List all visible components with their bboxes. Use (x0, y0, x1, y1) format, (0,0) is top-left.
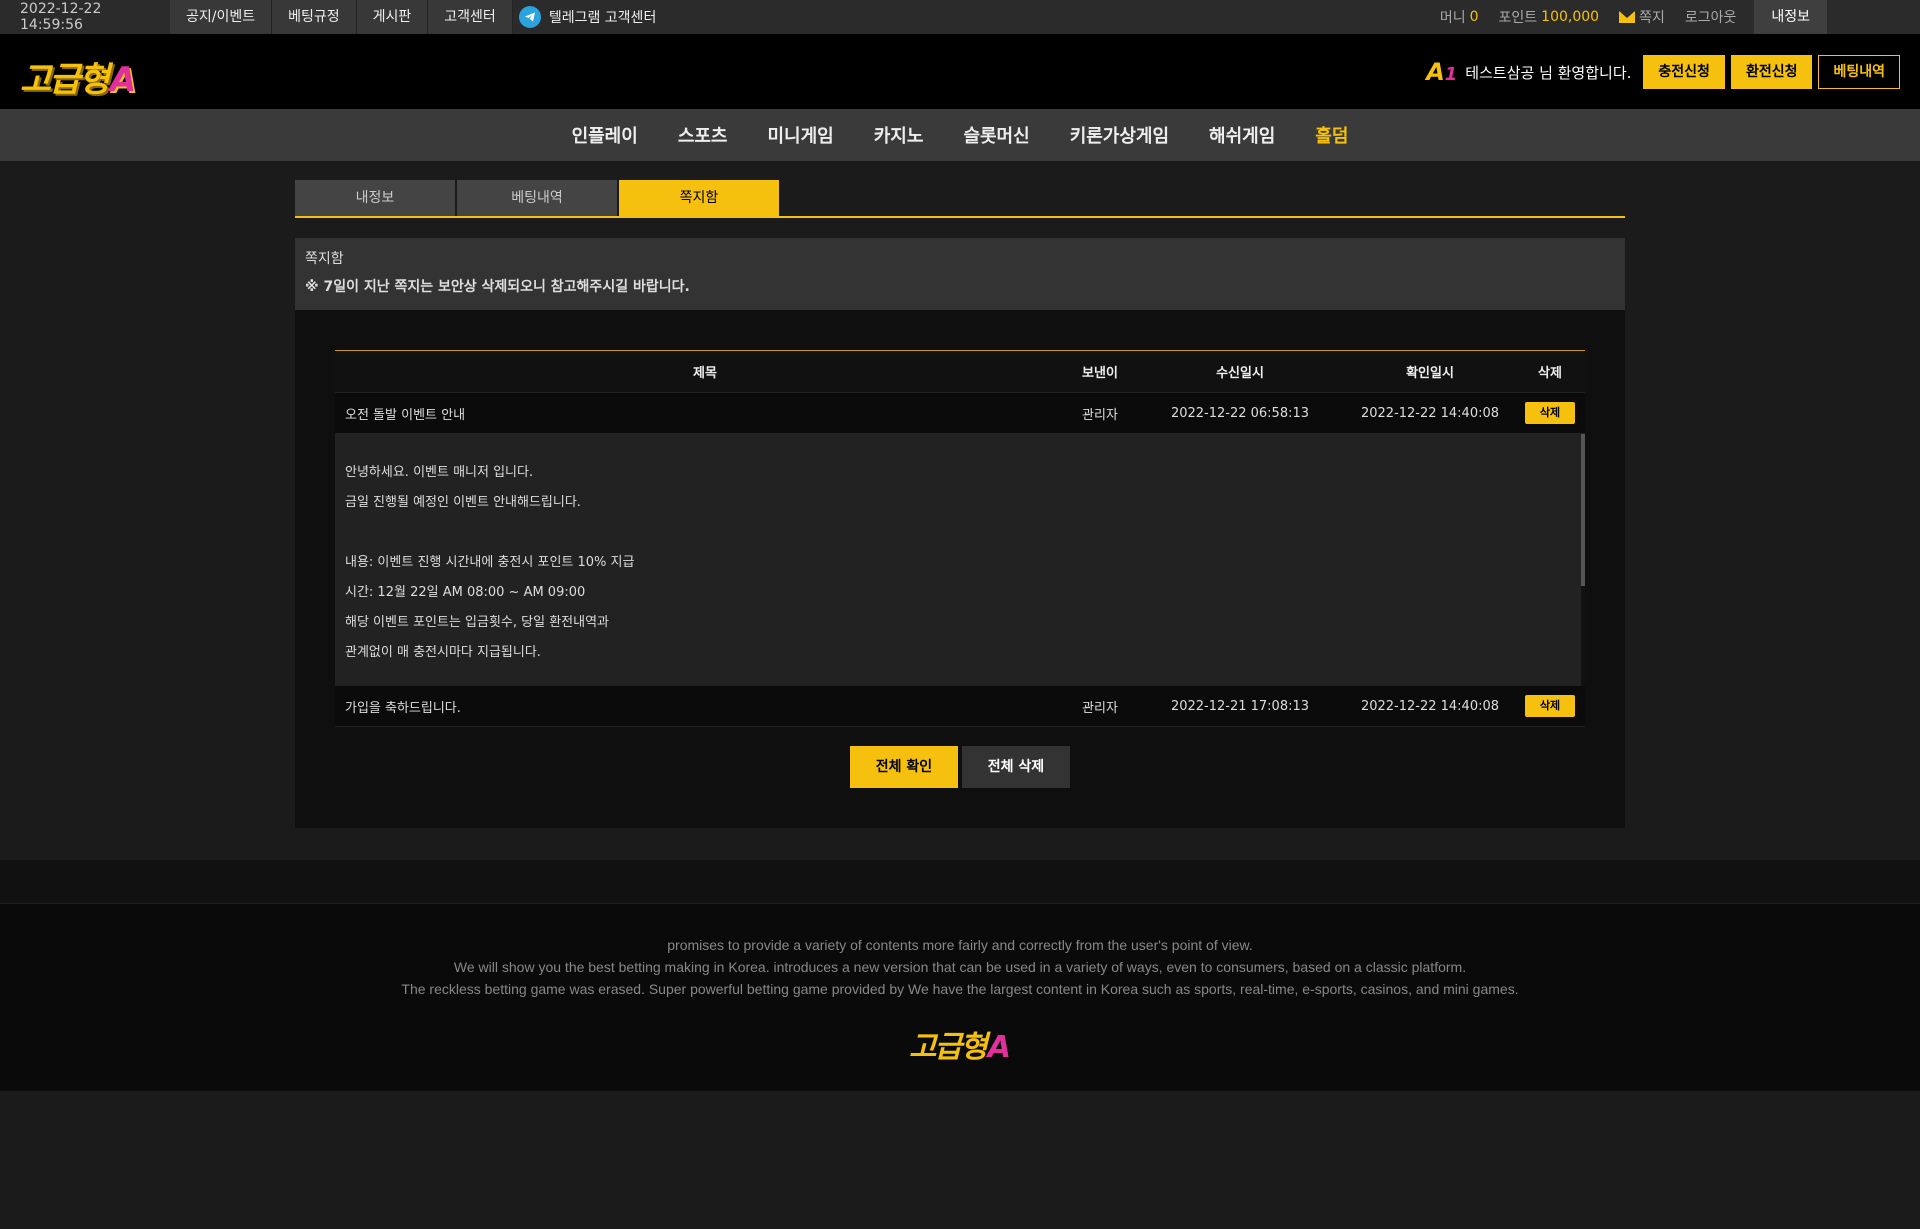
note-label: 쪽지 (1639, 10, 1665, 26)
delete-button[interactable]: 삭제 (1525, 695, 1575, 717)
delete-button[interactable]: 삭제 (1525, 402, 1575, 424)
logo-accent: A (109, 60, 137, 100)
panel-title: 쪽지함 (305, 251, 344, 267)
tab-betting-history[interactable]: 베팅내역 (457, 180, 617, 216)
row-delete-cell: 삭제 (1515, 695, 1585, 717)
message-body: 안녕하세요. 이벤트 매니저 입니다. 금일 진행될 예정인 이벤트 안내해드립… (335, 434, 1585, 686)
table-header: 제목 보낸이 수신일시 확인일시 삭제 (335, 351, 1585, 393)
top-utility-bar: 2022-12-22 14:59:56 공지/이벤트 베팅규정 게시판 고객센터… (0, 0, 1920, 34)
nav-slot[interactable]: 슬롯머신 (963, 122, 1029, 148)
message-line (345, 518, 1575, 548)
message-scrollbar[interactable] (1581, 434, 1585, 686)
row-title[interactable]: 오전 돌발 이벤트 안내 (335, 404, 1065, 423)
note-link[interactable]: 쪽지 (1609, 7, 1675, 27)
footer-line: promises to provide a variety of content… (667, 937, 1253, 953)
message-line: 시간: 12월 22일 AM 08:00 ~ AM 09:00 (345, 585, 586, 600)
site-header: 고급형 A A1 테스트삼공 님 환영합니다. 충전신청 환전신청 베팅내역 (0, 34, 1920, 109)
nav-minigame[interactable]: 미니게임 (768, 122, 834, 148)
current-datetime: 2022-12-22 14:59:56 (20, 1, 102, 33)
header-title: 제목 (693, 366, 717, 381)
point-label: 포인트 (1498, 10, 1538, 26)
row-sender: 관리자 (1082, 700, 1118, 716)
message-line: 안녕하세요. 이벤트 매니저 입니다. (345, 465, 534, 480)
row-title[interactable]: 가입을 축하드립니다. (335, 697, 1065, 716)
deposit-request-button[interactable]: 충전신청 (1643, 55, 1725, 89)
point-display: 포인트 100,000 (1489, 7, 1610, 27)
myinfo-button[interactable]: 내정보 (1754, 0, 1827, 34)
withdraw-request-button[interactable]: 환전신청 (1730, 55, 1813, 89)
header-delete: 삭제 (1538, 366, 1562, 381)
nav-hash-game[interactable]: 해쉬게임 (1209, 122, 1275, 148)
nav-holdem[interactable]: 홀덤 (1315, 122, 1348, 148)
row-delete-cell: 삭제 (1515, 402, 1585, 424)
tab-messages[interactable]: 쪽지함 (619, 180, 779, 216)
nav-kiron-virtual[interactable]: 키론가상게임 (1070, 122, 1169, 148)
tab-myinfo[interactable]: 내정보 (295, 180, 455, 216)
link-customer-center[interactable]: 고객센터 (428, 0, 513, 34)
scrollbar-thumb[interactable] (1581, 434, 1585, 586)
mail-icon (1619, 11, 1636, 23)
link-betting-rules[interactable]: 베팅규정 (272, 0, 357, 34)
row-confirmed: 2022-12-22 14:40:08 (1360, 405, 1500, 421)
confirm-all-button[interactable]: 전체 확인 (850, 746, 958, 788)
telegram-support-link[interactable]: 텔레그램 고객센터 (518, 6, 657, 28)
panel-notice: ※ 7일이 지난 쪽지는 보안상 삭제되오니 참고해주시길 바랍니다. (305, 279, 690, 295)
panel-header: 쪽지함 ※ 7일이 지난 쪽지는 보안상 삭제되오니 참고해주시길 바랍니다. (295, 238, 1625, 310)
telegram-icon (518, 6, 541, 28)
footer-logo-text: 고급형 (908, 1030, 988, 1065)
site-logo[interactable]: 고급형 A (20, 52, 136, 101)
betting-history-button[interactable]: 베팅내역 (1818, 55, 1900, 89)
footer-logo-accent: A (987, 1030, 1012, 1065)
delete-all-button[interactable]: 전체 삭제 (962, 746, 1070, 788)
nav-inplay[interactable]: 인플레이 (572, 122, 638, 148)
bulk-actions: 전체 확인 전체 삭제 (850, 746, 1070, 788)
site-footer: promises to provide a variety of content… (0, 904, 1920, 1091)
message-line: 관계없이 매 충전시마다 지급됩니다. (345, 645, 541, 660)
footer-logo: 고급형 A (909, 1022, 1011, 1066)
messages-table: 제목 보낸이 수신일시 확인일시 삭제 오전 돌발 이벤트 안내 관리자 202… (335, 350, 1585, 727)
mypage-tabs: 내정보 베팅내역 쪽지함 (295, 180, 1625, 218)
footer-divider (0, 860, 1920, 904)
header-user-area: A1 테스트삼공 님 환영합니다. 충전신청 환전신청 베팅내역 (1426, 55, 1900, 89)
link-notice-event[interactable]: 공지/이벤트 (170, 0, 273, 34)
message-line: 금일 진행될 예정인 이벤트 안내해드립니다. (345, 495, 581, 510)
row-confirmed: 2022-12-22 14:40:08 (1360, 698, 1500, 714)
header-received: 수신일시 (1216, 366, 1264, 381)
money-display: 머니 0 (1430, 7, 1489, 27)
nav-casino[interactable]: 카지노 (874, 122, 924, 148)
footer-line: We will show you the best betting making… (453, 959, 1467, 975)
point-value: 100,000 (1541, 9, 1600, 25)
level-badge-icon: A1 (1426, 58, 1457, 86)
link-board[interactable]: 게시판 (356, 0, 429, 34)
header-confirmed: 확인일시 (1406, 366, 1454, 381)
header-sender: 보낸이 (1082, 366, 1118, 381)
message-line: 해당 이벤트 포인트는 입금횟수, 당일 환전내역과 (345, 615, 609, 630)
logout-link[interactable]: 로그아웃 (1675, 7, 1747, 27)
footer-line: The reckless betting game was erased. Su… (401, 981, 1519, 997)
table-row[interactable]: 오전 돌발 이벤트 안내 관리자 2022-12-22 06:58:13 202… (335, 393, 1585, 434)
account-summary: 머니 0 포인트 100,000 쪽지 로그아웃 내정보 (1430, 0, 1827, 34)
money-value: 0 (1469, 9, 1479, 25)
telegram-label: 텔레그램 고객센터 (548, 10, 657, 26)
level-badge-number: 1 (1444, 64, 1458, 85)
footer-text: promises to provide a variety of content… (0, 904, 1920, 1000)
message-line: 내용: 이벤트 진행 시간내에 충전시 포인트 10% 지급 (345, 555, 635, 570)
row-received: 2022-12-22 06:58:13 (1170, 405, 1310, 421)
logo-text: 고급형 (20, 60, 110, 100)
main-nav: 인플레이 스포츠 미니게임 카지노 슬롯머신 키론가상게임 해쉬게임 홀덤 (0, 109, 1920, 161)
row-sender: 관리자 (1082, 407, 1118, 423)
table-row[interactable]: 가입을 축하드립니다. 관리자 2022-12-21 17:08:13 2022… (335, 686, 1585, 727)
welcome-message: 테스트삼공 님 환영합니다. (1465, 63, 1632, 82)
row-received: 2022-12-21 17:08:13 (1170, 698, 1310, 714)
page-bottom (0, 1091, 1920, 1229)
money-label: 머니 (1439, 10, 1466, 26)
level-badge-letter: A (1426, 58, 1445, 86)
nav-sports[interactable]: 스포츠 (678, 122, 728, 148)
messages-panel: 쪽지함 ※ 7일이 지난 쪽지는 보안상 삭제되오니 참고해주시길 바랍니다. … (295, 238, 1625, 828)
